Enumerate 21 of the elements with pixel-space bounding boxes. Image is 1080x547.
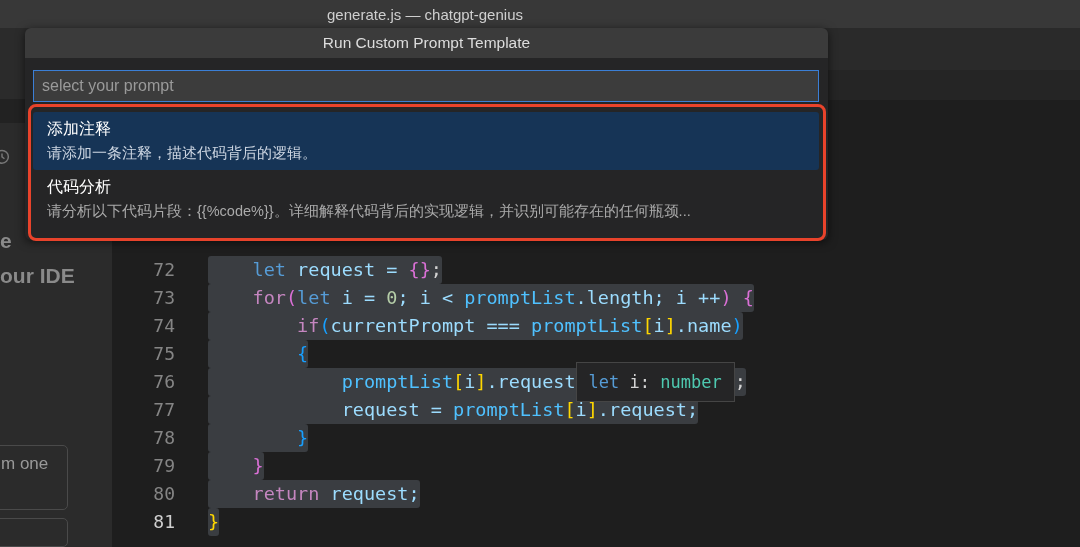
type-tooltip: let i: number (575, 362, 735, 402)
line-number: 76 (152, 370, 175, 394)
sidebar-card[interactable] (0, 517, 68, 547)
sidebar-card[interactable]: m one (0, 444, 68, 510)
line-number: 79 (152, 454, 175, 478)
prompt-option[interactable]: 添加注释 请添加一条注释，描述代码背后的逻辑。 (33, 112, 819, 170)
line-number: 78 (152, 426, 175, 450)
line-number: 80 (152, 482, 175, 506)
line-number: 73 (152, 286, 175, 310)
window-title: generate.js — chatgpt-genius (326, 5, 524, 23)
line-number: 77 (152, 398, 175, 422)
line-number: 81 (152, 510, 175, 534)
line-number: 75 (152, 342, 175, 366)
dialog-title: Run Custom Prompt Template (25, 28, 828, 58)
sidebar-heading: e (0, 227, 13, 254)
line-number: 72 (152, 258, 175, 282)
line-number: 74 (152, 314, 175, 338)
search-field[interactable]: select your prompt (33, 70, 819, 102)
sidebar-heading: our IDE (0, 262, 76, 289)
code-line: } (208, 508, 220, 536)
prompt-option[interactable]: 代码分析 请分析以下代码片段：{{%code%}}。详细解释代码背后的实现逻辑，并识别可能存在的任何瓶颈... (33, 170, 819, 228)
